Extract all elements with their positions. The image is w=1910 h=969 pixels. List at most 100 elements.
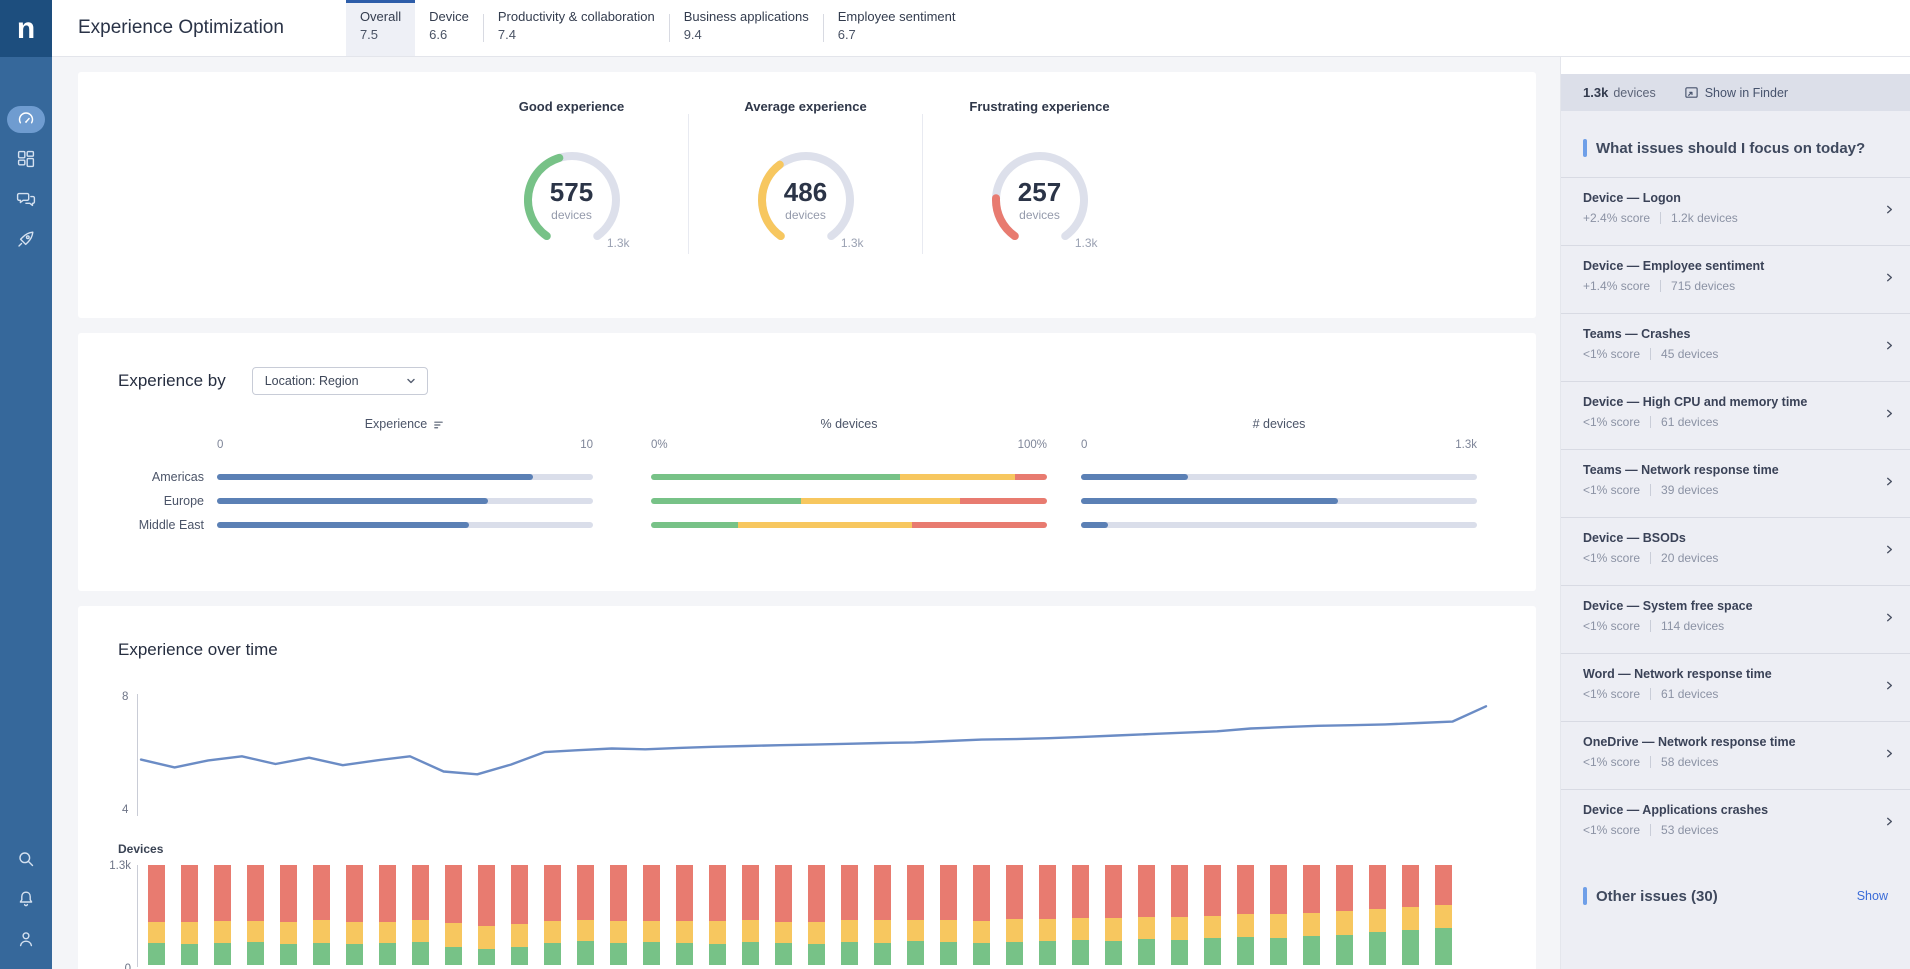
gauge-device-count: 486: [748, 179, 864, 205]
issue-item[interactable]: Teams — Network response time<1% score39…: [1561, 449, 1910, 517]
devices-bar: [1138, 865, 1155, 965]
meta-divider: [1650, 416, 1651, 428]
bar-segment-good: [1336, 935, 1353, 965]
meta-divider: [1650, 620, 1651, 632]
issue-device-count: 715 devices: [1671, 279, 1735, 293]
bar-segment-good: [214, 943, 231, 965]
bar-segment-average: [709, 921, 726, 944]
sidebar-item-profile-person[interactable]: [0, 919, 52, 959]
other-issues-title: Other issues (30): [1596, 888, 1718, 905]
axis-max-label: 10: [580, 439, 593, 451]
column-header-label: % devices: [821, 417, 878, 431]
sidebar-item-act-rocket[interactable]: [0, 219, 52, 259]
device-count-fill: [1081, 474, 1188, 480]
meta-divider: [1650, 756, 1651, 768]
bar-segment-average: [1270, 914, 1287, 938]
experience-over-time-card: Experience over time 8 4 Devices 1.3k 0: [78, 606, 1536, 969]
search-icon: [16, 849, 36, 869]
devices-bar: [1105, 865, 1122, 965]
issue-score: <1% score: [1583, 823, 1640, 837]
devices-bar: [1303, 865, 1320, 965]
sidebar-bottom-nav: [0, 839, 52, 959]
region-row-europe[interactable]: Europe: [118, 489, 1496, 513]
issue-item[interactable]: Device — High CPU and memory time<1% sco…: [1561, 381, 1910, 449]
bar-segment-frustrating: [973, 865, 990, 921]
line-axis-max: 8: [122, 691, 128, 703]
experience-score-bar: [217, 474, 593, 480]
bar-segment-frustrating: [709, 865, 726, 921]
bar-segment-good: [544, 943, 561, 965]
bar-segment-good: [742, 942, 759, 965]
issue-item[interactable]: Word — Network response time<1% score61 …: [1561, 653, 1910, 721]
bar-segment-frustrating: [775, 865, 792, 922]
meta-divider: [1650, 688, 1651, 700]
accent-bar: [1583, 887, 1587, 905]
sort-descending-icon[interactable]: [432, 418, 445, 431]
column-header-experience: Experience: [217, 417, 593, 431]
sidebar-item-engage-chat[interactable]: [0, 179, 52, 219]
nexthink-logo[interactable]: n: [0, 0, 52, 57]
bar-segment-average: [973, 921, 990, 943]
column-header-label: # devices: [1253, 417, 1306, 431]
axis-min-max: 01.3k: [1081, 439, 1477, 451]
experience-by-title: Experience by: [118, 371, 226, 391]
bar-segment-good: [1303, 936, 1320, 965]
bar-segment-frustrating: [1006, 865, 1023, 919]
score-tabs: Overall7.5Device6.6Productivity & collab…: [346, 0, 970, 56]
sidebar-item-notifications-bell[interactable]: [0, 879, 52, 919]
issue-item[interactable]: Device — Applications crashes<1% score53…: [1561, 789, 1910, 857]
column-headers: Experience % devices # devices: [118, 417, 1496, 431]
sidebar-item-dashboards-grid[interactable]: [0, 139, 52, 179]
issue-item[interactable]: Device — Employee sentiment+1.4% score71…: [1561, 245, 1910, 313]
bar-segment-average: [1171, 917, 1188, 940]
issue-meta: <1% score20 devices: [1583, 551, 1870, 565]
devices-stacked-bar-chart: 1.3k 0: [137, 865, 1496, 967]
issue-item[interactable]: Device — Logon+2.4% score1.2k devices: [1561, 177, 1910, 245]
tab-overall[interactable]: Overall7.5: [346, 0, 415, 56]
experience-score-bar: [217, 522, 593, 528]
engage-chat-icon: [16, 189, 36, 209]
sidebar-item-scores-gauge[interactable]: [0, 99, 52, 139]
meta-divider: [1650, 824, 1651, 836]
issue-item[interactable]: Teams — Crashes<1% score45 devices: [1561, 313, 1910, 381]
issue-device-count: 61 devices: [1661, 415, 1718, 429]
region-row-middle-east[interactable]: Middle East: [118, 513, 1496, 537]
gauge-unit-label: devices: [748, 208, 864, 222]
segment-average: [738, 522, 912, 528]
devices-bar: [676, 865, 693, 965]
bar-segment-frustrating: [544, 865, 561, 921]
meta-divider: [1650, 484, 1651, 496]
axis-min-label: 0%: [651, 439, 668, 451]
issue-title: Device — Applications crashes: [1583, 803, 1870, 817]
issue-item[interactable]: Device — BSODs<1% score20 devices: [1561, 517, 1910, 585]
bar-segment-frustrating: [181, 865, 198, 922]
bar-segment-good: [1402, 930, 1419, 965]
axis-labels-row: 0100%100%01.3k: [118, 439, 1496, 451]
gauge-title: Frustrating experience: [969, 98, 1109, 134]
tab-productivity-collaboration[interactable]: Productivity & collaboration7.4: [484, 0, 669, 56]
bar-segment-average: [280, 922, 297, 944]
tab-business-applications[interactable]: Business applications9.4: [670, 0, 823, 56]
devices-bar: [1402, 865, 1419, 965]
show-in-finder-button[interactable]: Show in Finder: [1684, 85, 1788, 100]
bar-segment-frustrating: [478, 865, 495, 926]
bar-segment-good: [907, 941, 924, 965]
devices-bar: [214, 865, 231, 965]
group-by-dropdown[interactable]: Location: Region: [252, 367, 428, 395]
group-by-dropdown-value: Location: Region: [265, 374, 359, 388]
show-other-issues-link[interactable]: Show: [1857, 889, 1888, 903]
sidebar-item-search[interactable]: [0, 839, 52, 879]
tab-device[interactable]: Device6.6: [415, 0, 483, 56]
bar-segment-frustrating: [1204, 865, 1221, 916]
axis-min-label: 0: [217, 439, 223, 451]
bar-segment-average: [1105, 918, 1122, 941]
segment-average: [900, 474, 1015, 480]
issue-item[interactable]: OneDrive — Network response time<1% scor…: [1561, 721, 1910, 789]
region-row-americas[interactable]: Americas: [118, 465, 1496, 489]
bar-segment-average: [1237, 914, 1254, 937]
issue-item[interactable]: Device — System free space<1% score114 d…: [1561, 585, 1910, 653]
bar-segment-good: [841, 942, 858, 965]
tab-employee-sentiment[interactable]: Employee sentiment6.7: [824, 0, 970, 56]
chevron-right-icon: [1884, 816, 1895, 827]
bar-segment-average: [1072, 918, 1089, 940]
